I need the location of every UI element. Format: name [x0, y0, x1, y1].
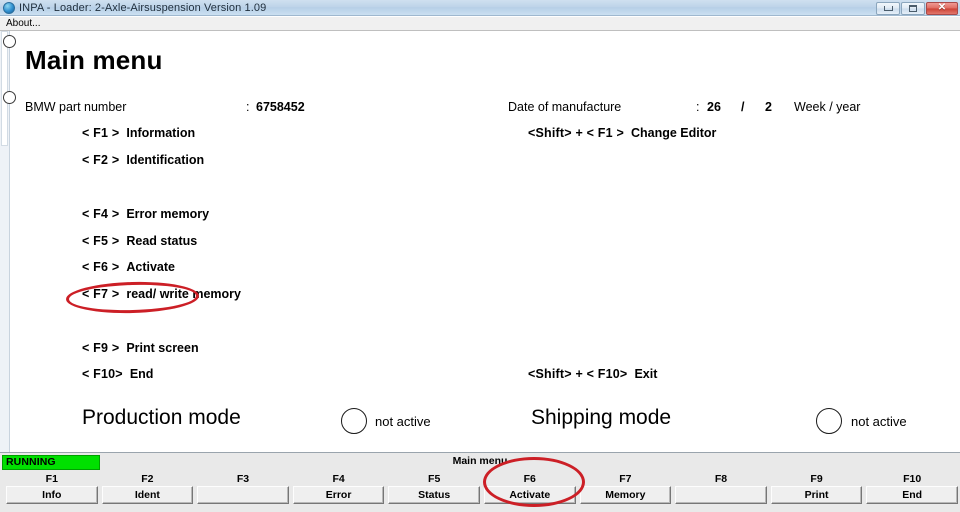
menu-line-f9-label: Print screen — [126, 341, 199, 355]
function-key-name-f9: F9 — [810, 473, 823, 485]
minimize-icon — [883, 5, 893, 11]
page-marker-circle-second — [3, 91, 16, 104]
manufacture-year-value: 2 — [765, 100, 772, 114]
menu-line-f10[interactable]: < F10> End — [82, 367, 153, 381]
menu-line-f7[interactable]: < F7 > read/ write memory — [82, 287, 241, 301]
function-button-f9-print[interactable]: Print — [770, 486, 863, 504]
function-key-cell-f3: F3 — [197, 472, 289, 504]
function-key-cell-f5: F5 Status — [388, 472, 480, 504]
function-key-cell-f4: F4 Error — [292, 472, 385, 504]
menu-line-shift-f10-label: Exit — [634, 367, 658, 381]
menu-line-f4-label: Error memory — [126, 207, 210, 221]
function-key-name-f1: F1 — [45, 473, 58, 485]
menu-line-f4[interactable]: < F4 > Error memory — [82, 207, 209, 221]
function-key-name-f6: F6 — [523, 473, 536, 485]
menu-bar: About... — [0, 17, 960, 31]
shipping-mode-title: Shipping mode — [531, 406, 672, 429]
function-button-f8-empty[interactable] — [675, 486, 767, 504]
function-button-f5-status[interactable]: Status — [388, 486, 480, 504]
close-button[interactable]: ✕ — [926, 1, 958, 15]
function-key-cell-f6: F6 Activate — [483, 472, 576, 504]
menu-line-f6-key: < F6 > — [82, 260, 120, 274]
part-number-label: BMW part number — [25, 100, 127, 114]
menu-line-f9-key: < F9 > — [82, 341, 120, 355]
menu-line-f5-label: Read status — [126, 234, 198, 248]
menu-line-f7-label: read/ write memory — [126, 287, 241, 301]
date-slash-separator: / — [741, 100, 745, 114]
menu-line-shift-f1[interactable]: <Shift> + < F1 > Change Editor — [528, 126, 716, 140]
page-marker-circle-top — [3, 35, 16, 48]
maximize-icon — [909, 4, 917, 12]
function-key-name-f5: F5 — [428, 473, 441, 485]
maximize-button[interactable] — [901, 1, 925, 15]
function-button-f2-ident[interactable]: Ident — [101, 486, 194, 504]
status-bar: RUNNING Main menu F1 Info F2 Ident F3 F4… — [0, 452, 960, 512]
function-key-cell-f8: F8 — [675, 472, 767, 504]
function-key-cell-f2: F2 Ident — [101, 472, 194, 504]
menu-line-f1-label: Information — [126, 126, 196, 140]
page-title: Main menu — [25, 45, 163, 75]
main-content-area: Main menu BMW part number : 6758452 Date… — [3, 31, 960, 452]
date-of-manufacture-label: Date of manufacture — [508, 100, 622, 114]
function-button-f3-empty[interactable] — [197, 486, 289, 504]
menu-line-f6[interactable]: < F6 > Activate — [82, 260, 175, 274]
menu-line-f1-key: < F1 > — [82, 126, 120, 140]
menu-line-f1[interactable]: < F1 > Information — [82, 126, 195, 140]
production-mode-title: Production mode — [82, 406, 241, 429]
inpa-application-window: INPA - Loader: 2-Axle-Airsuspension Vers… — [0, 0, 960, 512]
minimize-button[interactable] — [876, 1, 900, 15]
function-key-cell-f7: F7 Memory — [579, 472, 672, 504]
menu-line-shift-f1-label: Change Editor — [630, 126, 717, 140]
window-controls: ✕ — [875, 1, 958, 15]
week-year-unit-label: Week / year — [794, 100, 861, 114]
function-button-f4-error[interactable]: Error — [292, 486, 385, 504]
app-globe-icon — [3, 1, 15, 14]
function-key-name-f10: F10 — [903, 473, 922, 485]
function-key-name-f2: F2 — [141, 473, 154, 485]
menu-line-f6-label: Activate — [126, 260, 175, 274]
scrollbar-thumb[interactable] — [1, 31, 8, 146]
function-button-f7-memory[interactable]: Memory — [579, 486, 672, 504]
menu-line-f5[interactable]: < F5 > Read status — [82, 234, 197, 248]
window-titlebar[interactable]: INPA - Loader: 2-Axle-Airsuspension Vers… — [0, 0, 960, 16]
production-mode-indicator-icon — [341, 408, 367, 434]
production-mode-status: not active — [375, 414, 431, 429]
status-center-label: Main menu — [452, 455, 508, 467]
function-key-name-f7: F7 — [619, 473, 632, 485]
menu-line-f7-key: < F7 > — [82, 287, 120, 301]
function-button-f1-info[interactable]: Info — [6, 486, 98, 504]
shipping-mode-indicator-icon — [816, 408, 842, 434]
function-key-name-f3: F3 — [236, 473, 250, 485]
part-number-value: 6758452 — [256, 100, 305, 114]
menu-line-f9[interactable]: < F9 > Print screen — [82, 341, 199, 355]
menu-line-f10-key: < F10> — [82, 367, 123, 381]
function-key-name-f4: F4 — [332, 473, 345, 485]
function-key-name-f8: F8 — [714, 473, 728, 485]
menu-line-f4-key: < F4 > — [82, 207, 120, 221]
function-key-cell-f1: F1 Info — [6, 472, 98, 504]
menu-line-shift-f10[interactable]: <Shift> + < F10> Exit — [528, 367, 657, 381]
menu-line-f2-key: < F2 > — [82, 153, 120, 167]
function-key-cell-f10: F10 End — [866, 472, 958, 504]
function-button-f10-end[interactable]: End — [866, 486, 958, 504]
menu-line-f2-label: Identification — [126, 153, 205, 167]
menu-line-shift-f10-key: <Shift> + < F10> — [528, 367, 628, 381]
menu-item-about[interactable]: About... — [0, 18, 44, 30]
function-button-f6-activate[interactable]: Activate — [483, 486, 576, 504]
menu-line-f2[interactable]: < F2 > Identification — [82, 153, 204, 167]
function-key-cell-f9: F9 Print — [770, 472, 863, 504]
date-of-manufacture-separator: : — [696, 100, 700, 114]
function-key-bar: F1 Info F2 Ident F3 F4 Error F5 Status F… — [0, 472, 960, 504]
menu-line-f10-label: End — [129, 367, 154, 381]
close-icon: ✕ — [937, 2, 947, 13]
menu-line-f5-key: < F5 > — [82, 234, 120, 248]
menu-line-shift-f1-key: <Shift> + < F1 > — [528, 126, 624, 140]
part-number-separator: : — [246, 100, 250, 114]
manufacture-week-value: 26 — [707, 100, 721, 114]
shipping-mode-status: not active — [851, 414, 907, 429]
menu-item-about-label: About... — [6, 17, 41, 29]
window-title: INPA - Loader: 2-Axle-Airsuspension Vers… — [19, 1, 267, 14]
